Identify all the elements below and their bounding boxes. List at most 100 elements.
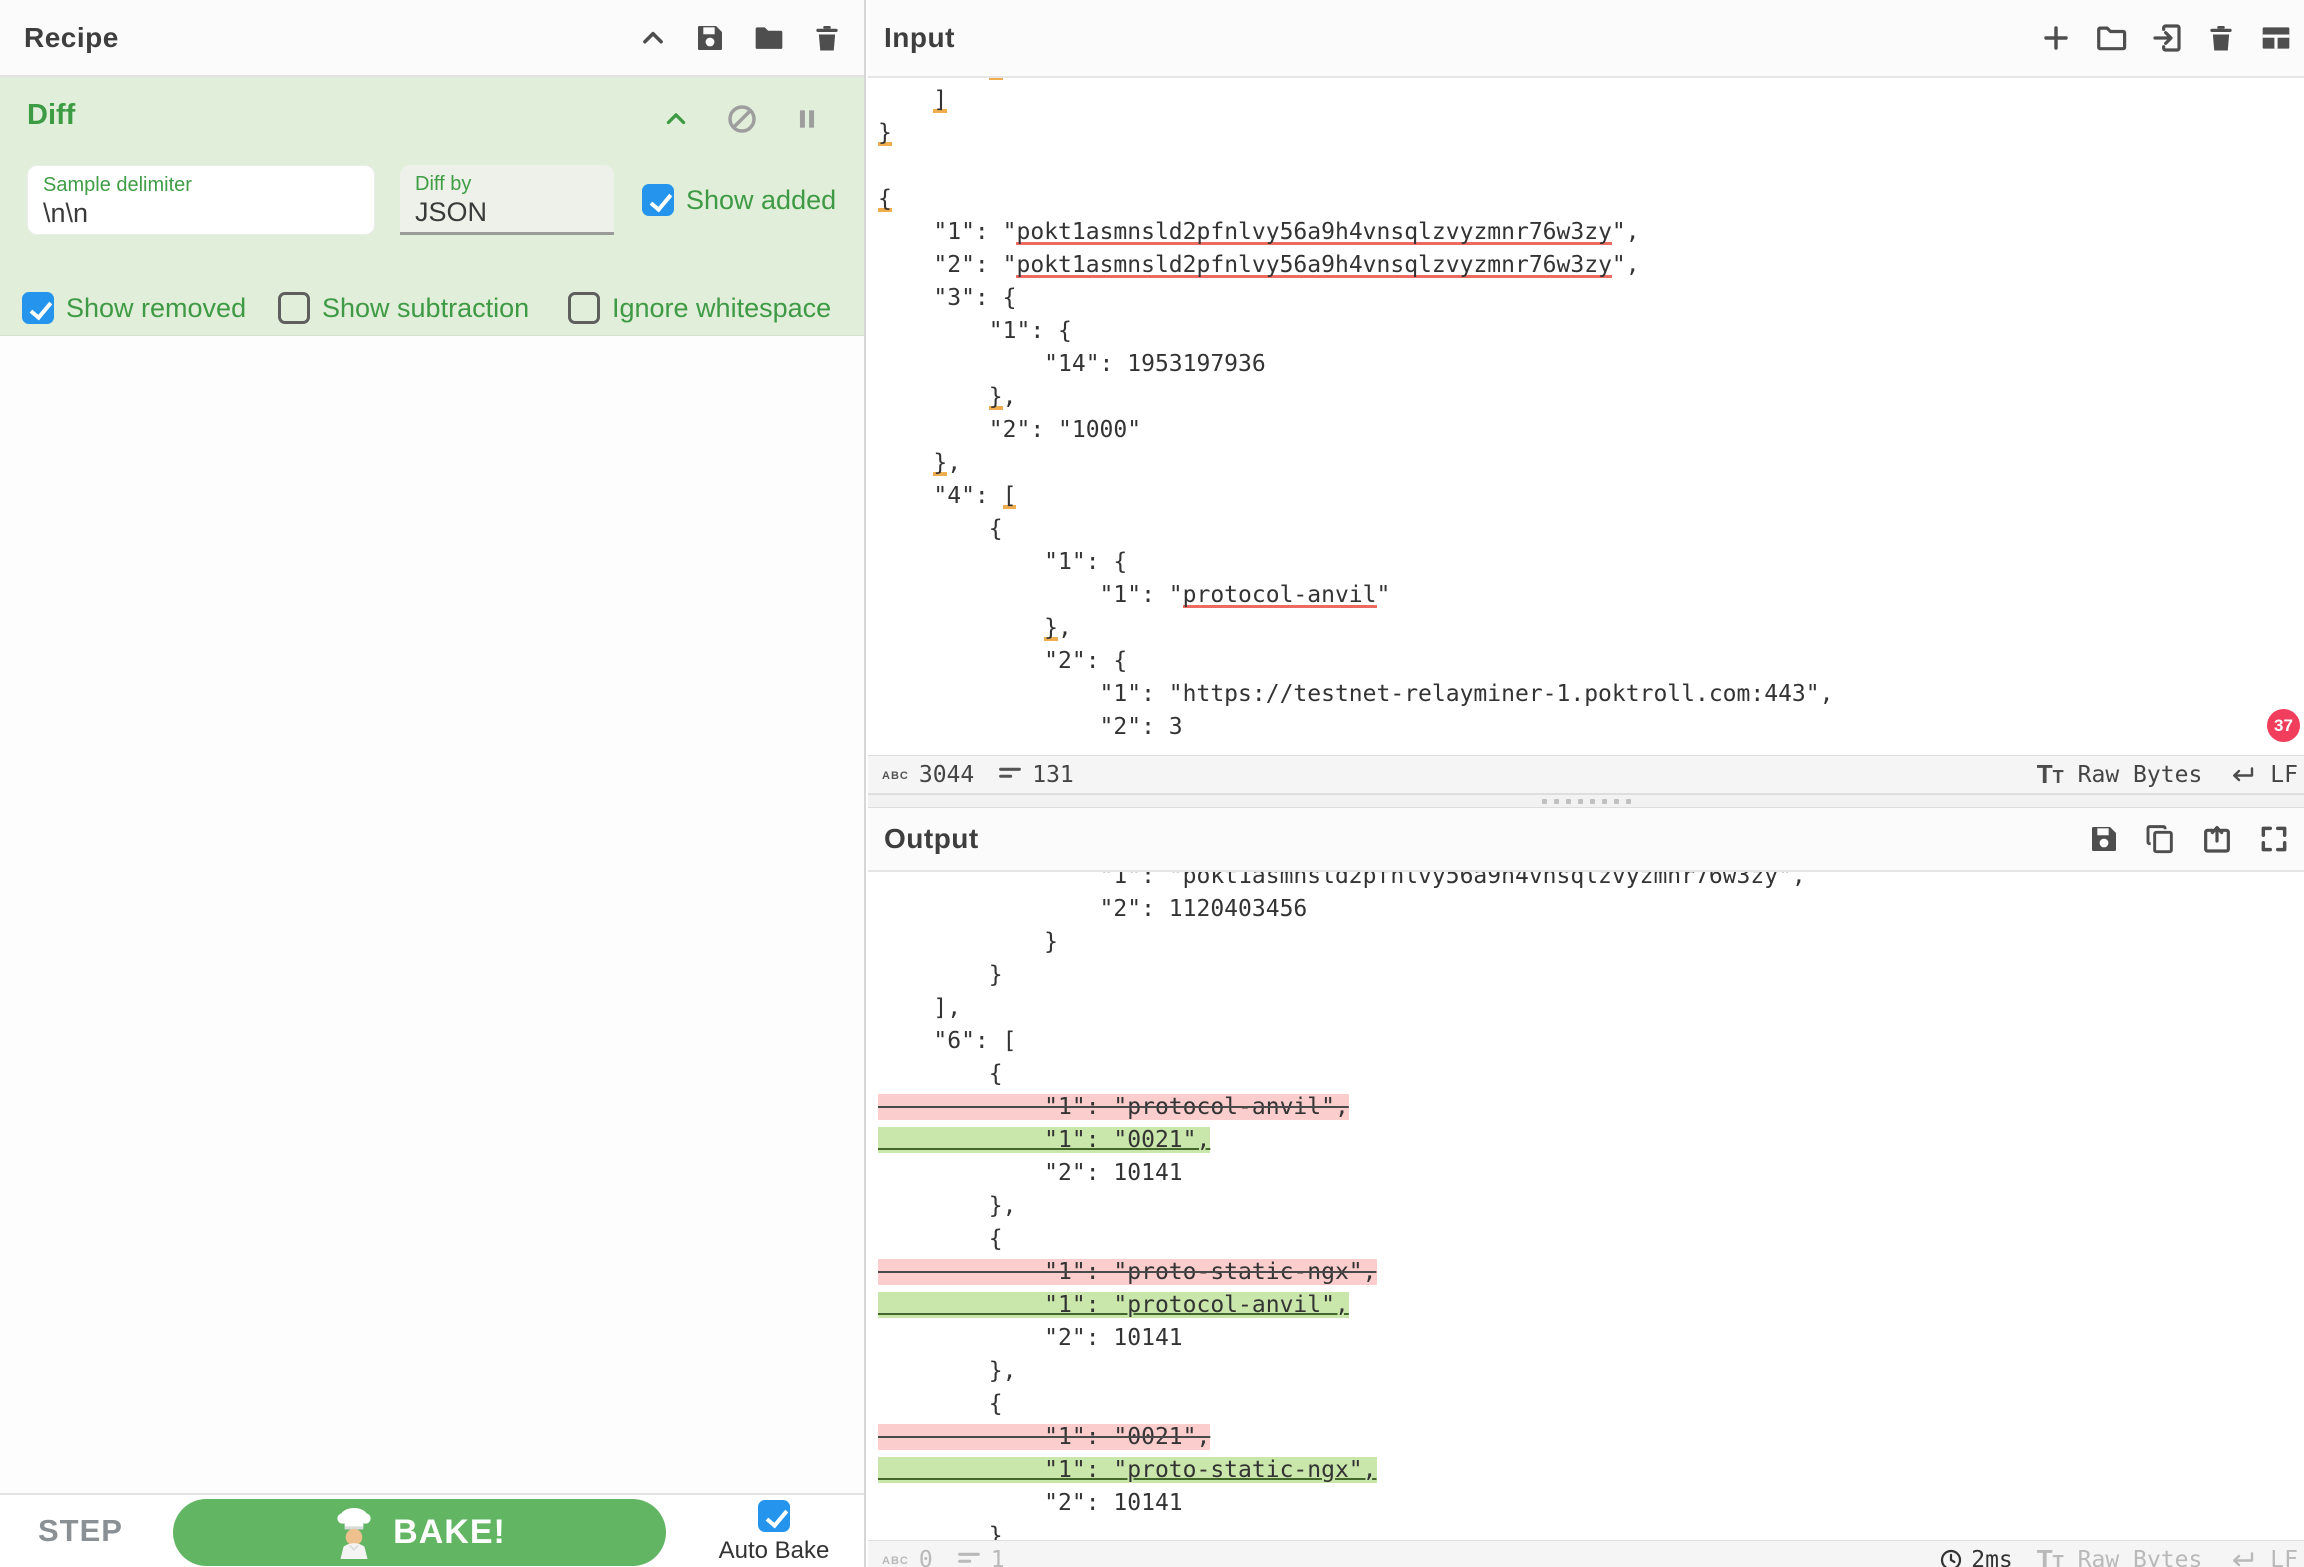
panel-splitter[interactable]	[868, 794, 2304, 808]
open-input-button[interactable]	[2150, 22, 2184, 54]
code-line: "1": "proto-static-ngx",	[878, 1256, 2304, 1289]
save-recipe-button[interactable]	[694, 22, 726, 54]
open-input-icon	[2150, 22, 2184, 54]
code-line: },	[878, 1190, 2304, 1223]
layout-icon	[2258, 22, 2294, 54]
output-eol[interactable]: LF	[2270, 1547, 2298, 1567]
collapse-operation-button[interactable]	[662, 105, 690, 138]
pause-icon	[794, 104, 820, 139]
input-status-bar: abc 3044 131 TT Raw Bytes LF	[868, 755, 2304, 794]
add-input-tab-button[interactable]	[2040, 22, 2072, 54]
save-output-button[interactable]	[2088, 823, 2120, 855]
input-header: Input	[868, 0, 2304, 78]
collapse-recipe-button[interactable]	[638, 23, 668, 53]
load-recipe-button[interactable]	[752, 22, 786, 54]
code-line: "2": 1120403456	[878, 893, 2304, 926]
chef-icon	[333, 1507, 375, 1559]
save-icon	[694, 22, 726, 54]
show-removed-checkbox[interactable]	[22, 292, 54, 324]
show-removed-label: Show removed	[66, 293, 246, 324]
code-line: },	[878, 1355, 2304, 1388]
code-line: "2": 10141	[878, 1157, 2304, 1190]
sample-delimiter-label: Sample delimiter	[43, 174, 359, 197]
eol-icon	[2228, 1549, 2256, 1567]
code-line: {	[878, 1058, 2304, 1091]
code-line: "4": [	[878, 480, 2304, 513]
code-line: }	[878, 117, 2304, 150]
code-line: "1": "pokt1asmnsld2pfnlvy56a9h4vnsqlzvyz…	[878, 216, 2304, 249]
copy-icon	[2144, 823, 2176, 855]
ignore-whitespace-label: Ignore whitespace	[612, 293, 831, 324]
code-line: "2": "pokt1asmnsld2pfnlvy56a9h4vnsqlzvyz…	[878, 249, 2304, 282]
input-panel: Input	[868, 0, 2304, 794]
code-line: "1": "0021",	[878, 1421, 2304, 1454]
bake-label: BAKE!	[393, 1513, 506, 1552]
input-editor[interactable]: }, ]}{ "1": "pokt1asmnsld2pfnlvy56a9h4vn…	[868, 78, 2304, 755]
trash-icon	[2206, 22, 2236, 54]
ignore-whitespace-checkbox[interactable]	[568, 292, 600, 324]
plus-icon	[2040, 22, 2072, 54]
cyberchef-app: Recipe	[0, 0, 2304, 1567]
checkbox-ignore-whitespace[interactable]: Ignore whitespace	[568, 292, 831, 324]
code-line: "1": "0021",	[878, 1124, 2304, 1157]
code-line: "6": [	[878, 1025, 2304, 1058]
recipe-list[interactable]	[0, 336, 864, 1493]
encoding-icon: TT	[2037, 1544, 2064, 1567]
bake-button[interactable]: BAKE!	[173, 1499, 666, 1566]
layout-button[interactable]	[2258, 22, 2294, 54]
code-line: "14": 1953197936	[878, 348, 2304, 381]
code-line: {	[878, 1223, 2304, 1256]
code-line	[878, 150, 2304, 183]
input-eol[interactable]: LF	[2270, 762, 2298, 788]
step-button[interactable]: STEP	[38, 1495, 123, 1567]
input-code[interactable]: }, ]}{ "1": "pokt1asmnsld2pfnlvy56a9h4vn…	[868, 78, 2304, 744]
chevron-up-icon	[662, 105, 690, 138]
code-line: "1": "proto-static-ngx",	[878, 1454, 2304, 1487]
open-file-button[interactable]	[2094, 22, 2128, 54]
output-char-count: 0	[919, 1547, 933, 1567]
recipe-title: Recipe	[24, 22, 119, 54]
chevron-up-icon	[638, 23, 668, 53]
bake-time: 2ms	[1971, 1547, 2013, 1567]
code-line: }	[878, 959, 2304, 992]
code-line: },	[878, 612, 2304, 645]
auto-bake-control[interactable]: Auto Bake	[716, 1497, 832, 1567]
diff-by-select[interactable]: Diff by JSON	[400, 165, 614, 235]
code-line: "2": 10141	[878, 1322, 2304, 1355]
diff-by-value: JSON	[415, 196, 599, 228]
disable-icon	[726, 103, 758, 140]
show-subtraction-checkbox[interactable]	[278, 292, 310, 324]
output-status-bar: abc 0 1 2ms TT Raw Bytes	[868, 1540, 2304, 1567]
clear-input-button[interactable]	[2206, 22, 2236, 54]
code-line: "1": {	[878, 315, 2304, 348]
sample-delimiter-field[interactable]: Sample delimiter \n\n	[27, 165, 375, 235]
clear-recipe-button[interactable]	[812, 22, 842, 54]
code-line: "1": "https://testnet-relayminer-1.poktr…	[878, 678, 2304, 711]
show-added-checkbox[interactable]	[642, 184, 674, 216]
sample-delimiter-value[interactable]: \n\n	[43, 197, 359, 229]
output-encoding[interactable]: Raw Bytes	[2078, 1547, 2203, 1567]
input-title: Input	[884, 22, 955, 54]
operation-diff[interactable]: Diff Sample	[0, 77, 864, 336]
auto-bake-checkbox[interactable]	[758, 1500, 790, 1532]
line-count-icon	[957, 1547, 981, 1567]
breakpoint-button[interactable]	[794, 104, 820, 139]
folder-icon	[752, 22, 786, 54]
disable-operation-button[interactable]	[726, 103, 758, 140]
line-count-icon	[998, 762, 1022, 788]
code-line: {	[878, 1388, 2304, 1421]
output-header: Output	[868, 808, 2304, 872]
checkbox-show-removed[interactable]: Show removed	[22, 292, 246, 324]
open-output-button[interactable]	[2200, 823, 2234, 855]
checkbox-show-subtraction[interactable]: Show subtraction	[278, 292, 529, 324]
input-encoding[interactable]: Raw Bytes	[2078, 762, 2203, 788]
maximize-output-button[interactable]	[2258, 823, 2290, 855]
clock-icon	[1939, 1548, 1963, 1567]
code-line: ],	[878, 992, 2304, 1025]
code-line: "2": 3	[878, 711, 2304, 744]
trash-icon	[812, 22, 842, 54]
checkbox-show-added[interactable]: Show added	[642, 184, 836, 216]
operation-count-badge: 37	[2267, 709, 2300, 742]
code-line: }	[878, 926, 2304, 959]
copy-output-button[interactable]	[2144, 823, 2176, 855]
